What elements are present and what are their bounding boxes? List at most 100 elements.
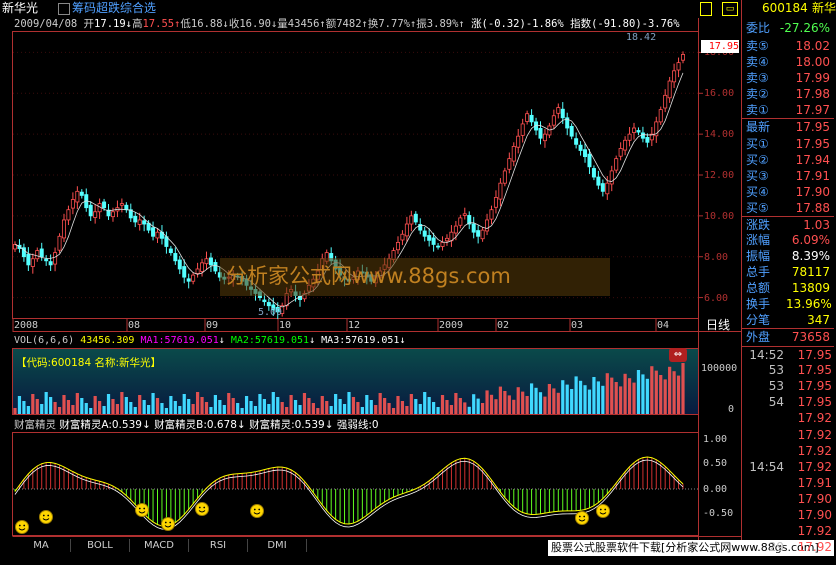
tab-macd[interactable]: MACD bbox=[130, 539, 189, 552]
candle-body bbox=[57, 235, 62, 251]
candle-body bbox=[507, 158, 512, 170]
volume-bar bbox=[218, 400, 222, 414]
order-ratio-row: 委比 -27.26% bbox=[746, 21, 830, 35]
period-label[interactable]: 日线 bbox=[706, 319, 730, 332]
indicator-axis-label: 0.00 bbox=[703, 484, 728, 495]
candle-body bbox=[53, 252, 58, 265]
candle-body bbox=[462, 213, 467, 216]
tick-row: 17.90 bbox=[797, 508, 832, 522]
volume-bar bbox=[75, 393, 79, 414]
candle-body bbox=[124, 204, 129, 211]
volume-bar bbox=[525, 396, 529, 414]
volume-bar bbox=[182, 394, 186, 414]
ask-row[interactable]: 卖② 17.98 bbox=[742, 86, 834, 102]
tick-row: 14:54 17.92 bbox=[749, 459, 832, 474]
ask-row[interactable]: 卖⑤ 18.02 bbox=[742, 38, 834, 54]
date-axis-label: 10 bbox=[279, 320, 292, 331]
volume-bar bbox=[659, 375, 663, 414]
candle-body bbox=[574, 138, 579, 145]
volume-bar bbox=[280, 402, 284, 414]
volume-bar bbox=[463, 402, 467, 414]
volume-bar bbox=[423, 392, 427, 414]
candle-body bbox=[93, 211, 98, 218]
candle-body bbox=[146, 222, 151, 231]
volume-bar bbox=[516, 387, 520, 414]
candle-body bbox=[485, 219, 490, 232]
volume-bar bbox=[467, 406, 471, 414]
volume-bar bbox=[414, 399, 418, 414]
volume-bar bbox=[627, 378, 632, 414]
tick-row: 17.92 bbox=[797, 411, 832, 426]
volume-header: VOL(6,6,6) 43456.309 MA1:57619.051↓ MA2:… bbox=[14, 334, 405, 347]
ask-row[interactable]: 卖① 17.97 bbox=[742, 102, 834, 118]
price-axis-label: 8.00 bbox=[704, 251, 729, 263]
candle-body bbox=[627, 133, 632, 141]
menu-toggle-icon[interactable] bbox=[58, 3, 70, 15]
volume-bar bbox=[213, 395, 217, 414]
bid-row[interactable]: 买① 17.95 bbox=[742, 136, 834, 152]
candle-body bbox=[476, 230, 481, 237]
indicator-name: 财富精灵 bbox=[14, 419, 56, 431]
ask-row[interactable]: 卖④ 18.00 bbox=[742, 54, 834, 70]
price-axis-label: 10.00 bbox=[704, 210, 735, 222]
smiley-icon bbox=[39, 510, 53, 524]
volume-bar bbox=[387, 403, 391, 414]
tab-dmi[interactable]: DMI bbox=[248, 539, 307, 552]
volume-bar bbox=[610, 377, 614, 414]
candle-body bbox=[200, 262, 205, 272]
candle-body bbox=[427, 235, 432, 241]
price-axis-label: 14.00 bbox=[704, 129, 735, 141]
bid-row[interactable]: 买② 17.94 bbox=[742, 152, 834, 168]
resize-arrows-icon[interactable]: ⇔ bbox=[669, 348, 687, 362]
volume-bar bbox=[93, 396, 97, 414]
ask-row[interactable]: 卖③ 17.99 bbox=[742, 70, 834, 86]
volume-bar bbox=[374, 405, 378, 414]
candle-body bbox=[26, 253, 31, 266]
lock-icon[interactable] bbox=[700, 2, 712, 16]
tab-ma[interactable]: MA bbox=[12, 539, 71, 552]
volume-bar bbox=[561, 380, 565, 414]
volume-bar bbox=[195, 392, 200, 414]
bid-row[interactable]: 买⑤ 17.88 bbox=[742, 200, 834, 216]
volume-bar bbox=[391, 408, 396, 414]
volume-bar bbox=[650, 366, 654, 414]
volume-bar bbox=[472, 394, 476, 414]
candle-body bbox=[204, 258, 209, 265]
candle-body bbox=[511, 145, 516, 162]
price-axis-label: 12.00 bbox=[704, 170, 735, 181]
indicator-header: 财富精灵 财富精灵A:0.539↓ 财富精灵B:0.678↓ 财富精灵:0.53… bbox=[14, 419, 379, 432]
volume-bar bbox=[503, 391, 507, 414]
volume-bar bbox=[244, 396, 249, 414]
order-ratio: -27.26% bbox=[779, 21, 830, 35]
volume-bar bbox=[26, 406, 30, 414]
stat-row: 外盘 73658 bbox=[742, 328, 834, 345]
candle-body bbox=[618, 148, 623, 157]
volume-bar bbox=[676, 375, 681, 414]
volume-bar bbox=[574, 376, 578, 414]
indicator-axis-label: 0.50 bbox=[703, 458, 728, 469]
candle-body bbox=[155, 231, 160, 239]
down-arrow-icon: ↓ bbox=[324, 419, 334, 431]
bid-row[interactable]: 买④ 17.90 bbox=[742, 184, 834, 200]
formula-menu[interactable]: 筹码超跌综合选 bbox=[72, 2, 156, 15]
candle-body bbox=[480, 229, 485, 240]
tab-boll[interactable]: BOLL bbox=[71, 539, 130, 552]
smiley-icon bbox=[15, 520, 29, 534]
volume-bar bbox=[57, 407, 62, 414]
candle-body bbox=[262, 299, 267, 303]
candle-body bbox=[587, 153, 592, 168]
volume-bar bbox=[534, 387, 538, 414]
candle-body bbox=[600, 183, 605, 192]
volume-bar bbox=[405, 406, 409, 414]
volume-bar bbox=[231, 398, 235, 414]
volume-bar bbox=[129, 402, 133, 414]
volume-bar bbox=[672, 371, 676, 414]
volume-bar bbox=[187, 399, 191, 414]
bid-row[interactable]: 买③ 17.91 bbox=[742, 168, 834, 184]
volume-bar bbox=[71, 405, 75, 414]
candle-body bbox=[213, 262, 218, 272]
tab-rsi[interactable]: RSI bbox=[189, 539, 248, 552]
volume-bar bbox=[538, 392, 543, 414]
volume-bar bbox=[329, 406, 333, 414]
window-toggle-icon[interactable]: ▭ bbox=[722, 2, 738, 16]
